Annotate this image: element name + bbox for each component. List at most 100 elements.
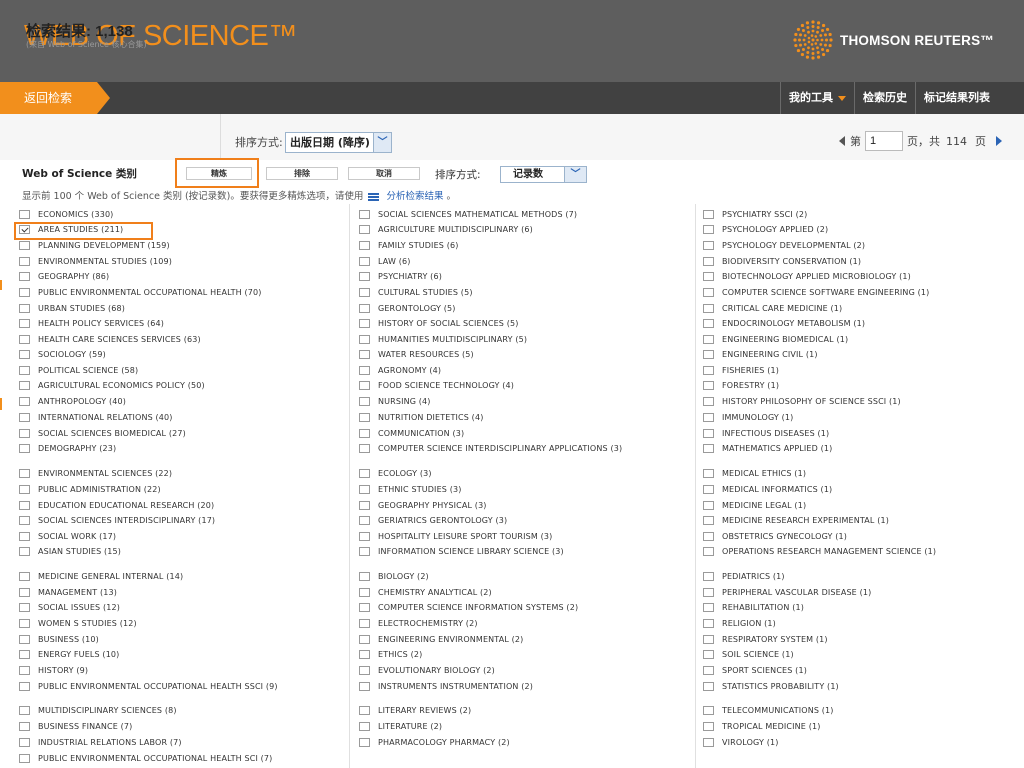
category-checkbox[interactable]	[19, 666, 30, 675]
category-checkbox[interactable]	[19, 469, 30, 478]
category-item[interactable]: COMMUNICATION (3)	[359, 429, 684, 439]
category-item[interactable]: ETHICS (2)	[359, 650, 684, 660]
category-checkbox[interactable]	[359, 666, 370, 675]
category-item[interactable]: COMPUTER SCIENCE INFORMATION SYSTEMS (2)	[359, 603, 684, 613]
category-item[interactable]: TROPICAL MEDICINE (1)	[703, 722, 993, 732]
category-item[interactable]: NUTRITION DIETETICS (4)	[359, 413, 684, 423]
category-checkbox[interactable]	[359, 429, 370, 438]
category-item[interactable]: URBAN STUDIES (68)	[19, 304, 339, 314]
category-item[interactable]: SOCIOLOGY (59)	[19, 350, 339, 360]
category-checkbox[interactable]	[19, 210, 30, 219]
category-checkbox[interactable]	[359, 603, 370, 612]
category-item[interactable]: SOCIAL SCIENCES MATHEMATICAL METHODS (7)	[359, 210, 684, 220]
category-checkbox[interactable]	[19, 754, 30, 763]
category-checkbox[interactable]	[359, 485, 370, 494]
category-item[interactable]: ECONOMICS (330)	[19, 210, 339, 220]
category-item[interactable]: AREA STUDIES (211)	[19, 225, 339, 235]
page-number-input[interactable]	[865, 131, 903, 151]
category-item[interactable]: HUMANITIES MULTIDISCIPLINARY (5)	[359, 335, 684, 345]
category-item[interactable]: CHEMISTRY ANALYTICAL (2)	[359, 588, 684, 598]
category-item[interactable]: SOIL SCIENCE (1)	[703, 650, 993, 660]
nav-marked-list[interactable]: 标记结果列表	[915, 82, 998, 114]
category-checkbox[interactable]	[19, 706, 30, 715]
category-item[interactable]: MANAGEMENT (13)	[19, 588, 339, 598]
category-item[interactable]: ENGINEERING BIOMEDICAL (1)	[703, 335, 993, 345]
category-checkbox[interactable]	[19, 335, 30, 344]
category-item[interactable]: WATER RESOURCES (5)	[359, 350, 684, 360]
category-item[interactable]: FISHERIES (1)	[703, 366, 993, 376]
category-item[interactable]: INFORMATION SCIENCE LIBRARY SCIENCE (3)	[359, 547, 684, 557]
nav-my-tools[interactable]: 我的工具	[780, 82, 854, 114]
category-checkbox[interactable]	[359, 722, 370, 731]
category-item[interactable]: ENVIRONMENTAL STUDIES (109)	[19, 257, 339, 267]
category-item[interactable]: REHABILITATION (1)	[703, 603, 993, 613]
category-item[interactable]: GERONTOLOGY (5)	[359, 304, 684, 314]
category-checkbox[interactable]	[703, 706, 714, 715]
category-checkbox[interactable]	[703, 350, 714, 359]
category-checkbox[interactable]	[703, 288, 714, 297]
category-item[interactable]: COMPUTER SCIENCE INTERDISCIPLINARY APPLI…	[359, 444, 684, 454]
category-checkbox[interactable]	[359, 619, 370, 628]
category-item[interactable]: WOMEN S STUDIES (12)	[19, 619, 339, 629]
category-checkbox[interactable]	[359, 257, 370, 266]
category-checkbox[interactable]	[703, 650, 714, 659]
category-item[interactable]: PUBLIC ADMINISTRATION (22)	[19, 485, 339, 495]
category-checkbox[interactable]	[359, 706, 370, 715]
category-item[interactable]: HOSPITALITY LEISURE SPORT TOURISM (3)	[359, 532, 684, 542]
category-checkbox[interactable]	[19, 319, 30, 328]
category-checkbox[interactable]	[359, 516, 370, 525]
category-checkbox[interactable]	[19, 532, 30, 541]
category-item[interactable]: SOCIAL SCIENCES INTERDISCIPLINARY (17)	[19, 516, 339, 526]
category-checkbox[interactable]	[703, 225, 714, 234]
category-item[interactable]: PUBLIC ENVIRONMENTAL OCCUPATIONAL HEALTH…	[19, 682, 339, 692]
category-checkbox[interactable]	[359, 413, 370, 422]
category-checkbox[interactable]	[19, 413, 30, 422]
category-item[interactable]: ETHNIC STUDIES (3)	[359, 485, 684, 495]
category-checkbox[interactable]	[359, 397, 370, 406]
category-item[interactable]: RESPIRATORY SYSTEM (1)	[703, 635, 993, 645]
category-checkbox[interactable]	[703, 241, 714, 250]
category-item[interactable]: PEDIATRICS (1)	[703, 572, 993, 582]
category-item[interactable]: GERIATRICS GERONTOLOGY (3)	[359, 516, 684, 526]
category-checkbox[interactable]	[359, 635, 370, 644]
category-checkbox[interactable]	[703, 619, 714, 628]
category-item[interactable]: BUSINESS FINANCE (7)	[19, 722, 339, 732]
next-page-icon[interactable]	[996, 136, 1002, 146]
category-checkbox[interactable]	[359, 444, 370, 453]
category-checkbox[interactable]	[703, 304, 714, 313]
category-item[interactable]: PLANNING DEVELOPMENT (159)	[19, 241, 339, 251]
category-item[interactable]: VIROLOGY (1)	[703, 738, 993, 748]
category-item[interactable]: MATHEMATICS APPLIED (1)	[703, 444, 993, 454]
category-checkbox[interactable]	[703, 429, 714, 438]
category-item[interactable]: NURSING (4)	[359, 397, 684, 407]
category-checkbox[interactable]	[19, 635, 30, 644]
category-checkbox[interactable]	[19, 257, 30, 266]
category-item[interactable]: EDUCATION EDUCATIONAL RESEARCH (20)	[19, 501, 339, 511]
category-checkbox[interactable]	[703, 485, 714, 494]
category-item[interactable]: LAW (6)	[359, 257, 684, 267]
category-checkbox[interactable]	[19, 288, 30, 297]
category-checkbox[interactable]	[19, 682, 30, 691]
refine-button[interactable]: 精炼	[186, 167, 252, 180]
category-checkbox[interactable]	[19, 650, 30, 659]
category-item[interactable]: IMMUNOLOGY (1)	[703, 413, 993, 423]
category-item[interactable]: MULTIDISCIPLINARY SCIENCES (8)	[19, 706, 339, 716]
category-checkbox[interactable]	[703, 444, 714, 453]
category-checkbox[interactable]	[19, 501, 30, 510]
category-item[interactable]: BUSINESS (10)	[19, 635, 339, 645]
category-checkbox[interactable]	[19, 444, 30, 453]
sort-select[interactable]: 出版日期 (降序) ﹀	[285, 132, 392, 153]
category-item[interactable]: PSYCHOLOGY APPLIED (2)	[703, 225, 993, 235]
category-checkbox[interactable]	[703, 635, 714, 644]
category-checkbox[interactable]	[703, 319, 714, 328]
nav-search-history[interactable]: 检索历史	[854, 82, 915, 114]
category-item[interactable]: MEDICINE GENERAL INTERNAL (14)	[19, 572, 339, 582]
category-item[interactable]: GEOGRAPHY (86)	[19, 272, 339, 282]
category-checkbox[interactable]	[359, 319, 370, 328]
category-checkbox[interactable]	[19, 304, 30, 313]
category-checkbox[interactable]	[359, 572, 370, 581]
category-item[interactable]: POLITICAL SCIENCE (58)	[19, 366, 339, 376]
thomson-reuters-brand[interactable]: THOMSON REUTERS™	[792, 19, 994, 61]
category-item[interactable]: RELIGION (1)	[703, 619, 993, 629]
category-checkbox[interactable]	[359, 366, 370, 375]
